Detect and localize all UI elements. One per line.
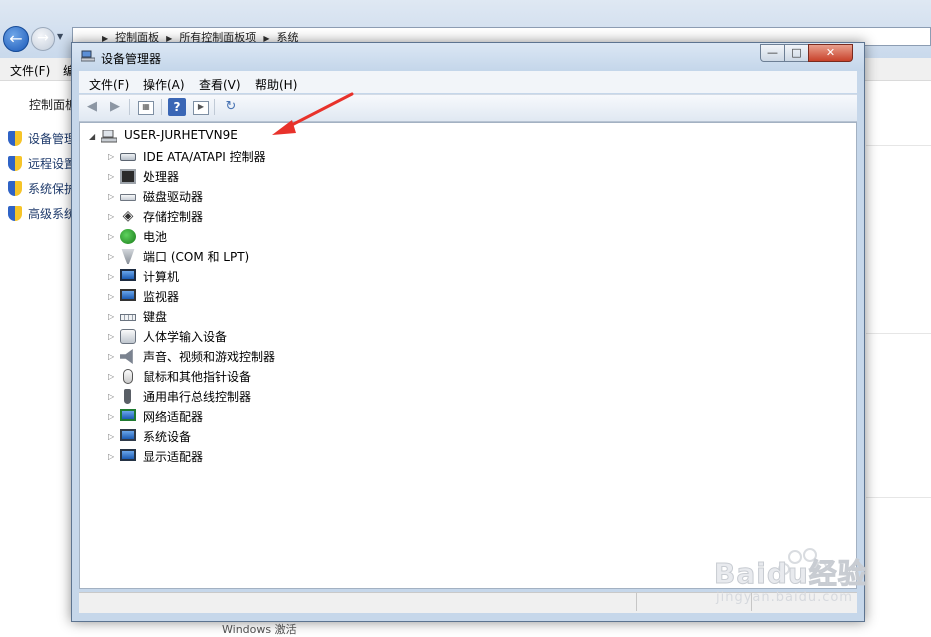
task-system-protection-link[interactable]: 系统保护 bbox=[8, 180, 76, 197]
expand-icon[interactable]: ▷ bbox=[108, 392, 114, 401]
tree-item-label: 端口 (COM 和 LPT) bbox=[143, 250, 250, 264]
expand-icon[interactable]: ▷ bbox=[108, 252, 114, 261]
shield-icon bbox=[8, 206, 22, 221]
mouse-icon bbox=[123, 369, 133, 384]
ide-controller-icon bbox=[120, 153, 136, 161]
forward-icon[interactable]: ▶ bbox=[106, 98, 124, 116]
expand-icon[interactable]: ▷ bbox=[108, 192, 114, 201]
task-advanced-settings-link[interactable]: 高级系统 bbox=[8, 205, 76, 222]
device-manager-titlebar[interactable]: 设备管理器 — □ ✕ bbox=[72, 43, 864, 71]
task-label: 设备管理 bbox=[28, 132, 77, 146]
expand-icon[interactable]: ▷ bbox=[108, 292, 114, 301]
divider bbox=[866, 497, 931, 498]
system-menu-file[interactable]: 文件(F) bbox=[10, 62, 50, 79]
divider bbox=[866, 333, 931, 334]
expand-icon[interactable]: ▷ bbox=[108, 172, 114, 181]
help-icon[interactable]: ? bbox=[168, 98, 186, 116]
device-manager-menubar bbox=[79, 71, 857, 93]
tree-root-label: USER-JURHETVN9E bbox=[124, 128, 238, 142]
minimize-button[interactable]: — bbox=[760, 44, 785, 62]
expand-icon[interactable]: ▷ bbox=[108, 412, 114, 421]
shield-icon bbox=[8, 131, 22, 146]
display-adapter-icon bbox=[120, 449, 136, 461]
monitor-icon bbox=[120, 289, 136, 301]
menu-action[interactable]: 操作(A) bbox=[143, 76, 185, 93]
menu-help[interactable]: 帮助(H) bbox=[255, 76, 297, 93]
collapse-icon[interactable]: ◢ bbox=[89, 132, 95, 141]
status-separator bbox=[636, 593, 637, 611]
expand-icon[interactable]: ▷ bbox=[108, 372, 114, 381]
tree-item-label: 处理器 bbox=[143, 170, 180, 184]
expand-icon[interactable]: ▷ bbox=[108, 272, 114, 281]
task-remote-settings-link[interactable]: 远程设置 bbox=[8, 155, 76, 172]
history-dropdown-icon[interactable]: ▼ bbox=[57, 32, 63, 41]
task-device-manager-link[interactable]: 设备管理 bbox=[8, 130, 76, 147]
windows-activation-text: Windows 激活 bbox=[222, 623, 297, 636]
control-panel-home-link[interactable]: 控制面板 bbox=[29, 96, 77, 113]
tree-item-label: 通用串行总线控制器 bbox=[143, 390, 252, 404]
tree-item-label: 声音、视频和游戏控制器 bbox=[143, 350, 276, 364]
toolbar-separator bbox=[161, 99, 162, 115]
tree-item-label: 系统设备 bbox=[143, 430, 192, 444]
device-manager-title: 设备管理器 bbox=[101, 52, 162, 66]
toolbar-separator bbox=[129, 99, 130, 115]
task-label: 远程设置 bbox=[28, 157, 77, 171]
toolbar-separator bbox=[214, 99, 215, 115]
watermark-url: jingyan.baidu.com bbox=[716, 590, 853, 605]
tree-item-label: 电池 bbox=[143, 230, 168, 244]
forward-button[interactable]: → bbox=[31, 27, 55, 51]
tree-item-label: 人体学输入设备 bbox=[143, 330, 228, 344]
list-view-icon[interactable]: ▶ bbox=[193, 101, 209, 115]
tree-item-label: IDE ATA/ATAPI 控制器 bbox=[143, 150, 266, 164]
tree-item-label: 磁盘驱动器 bbox=[143, 190, 204, 204]
tree-item-label: 监视器 bbox=[143, 290, 180, 304]
hid-icon bbox=[120, 329, 136, 344]
menu-file[interactable]: 文件(F) bbox=[89, 76, 129, 93]
storage-controller-icon: ◈ bbox=[122, 208, 134, 224]
tree-item-label: 网络适配器 bbox=[143, 410, 204, 424]
annotation-arrow-icon bbox=[272, 92, 354, 135]
task-label: 高级系统 bbox=[28, 207, 77, 221]
device-manager-app-icon bbox=[81, 50, 95, 62]
close-button[interactable]: ✕ bbox=[808, 44, 853, 62]
processor-icon bbox=[120, 169, 136, 184]
computer-root-icon bbox=[101, 130, 117, 143]
system-device-icon bbox=[120, 429, 136, 441]
tree-item-label: 显示适配器 bbox=[143, 450, 204, 464]
expand-icon[interactable]: ▷ bbox=[108, 452, 114, 461]
expand-icon[interactable]: ▷ bbox=[108, 212, 114, 221]
scan-hardware-icon[interactable]: ↻ bbox=[222, 98, 240, 116]
expand-icon[interactable]: ▷ bbox=[108, 232, 114, 241]
menu-view[interactable]: 查看(V) bbox=[199, 76, 241, 93]
shield-icon bbox=[8, 156, 22, 171]
tree-item-label: 键盘 bbox=[143, 310, 168, 324]
back-button[interactable]: ← bbox=[3, 26, 29, 52]
tree-item-label: 存储控制器 bbox=[143, 210, 204, 224]
watermark-text: Baidu经验 bbox=[714, 557, 867, 591]
back-icon[interactable]: ◀ bbox=[83, 98, 101, 116]
maximize-button[interactable]: □ bbox=[784, 44, 809, 62]
network-adapter-icon bbox=[120, 409, 136, 421]
usb-icon bbox=[124, 389, 131, 404]
task-label: 系统保护 bbox=[28, 182, 77, 196]
expand-icon[interactable]: ▷ bbox=[108, 332, 114, 341]
tree-item-label: 计算机 bbox=[143, 270, 180, 284]
divider bbox=[866, 145, 931, 146]
disk-drive-icon bbox=[120, 194, 136, 201]
keyboard-icon bbox=[120, 314, 136, 321]
expand-icon[interactable]: ▷ bbox=[108, 152, 114, 161]
shield-icon bbox=[8, 181, 22, 196]
expand-icon[interactable]: ▷ bbox=[108, 312, 114, 321]
tree-item-label: 鼠标和其他指针设备 bbox=[143, 370, 252, 384]
computer-icon bbox=[120, 269, 136, 281]
expand-icon[interactable]: ▷ bbox=[108, 352, 114, 361]
properties-icon[interactable]: ▦ bbox=[138, 101, 154, 115]
battery-icon bbox=[120, 229, 136, 244]
expand-icon[interactable]: ▷ bbox=[108, 432, 114, 441]
